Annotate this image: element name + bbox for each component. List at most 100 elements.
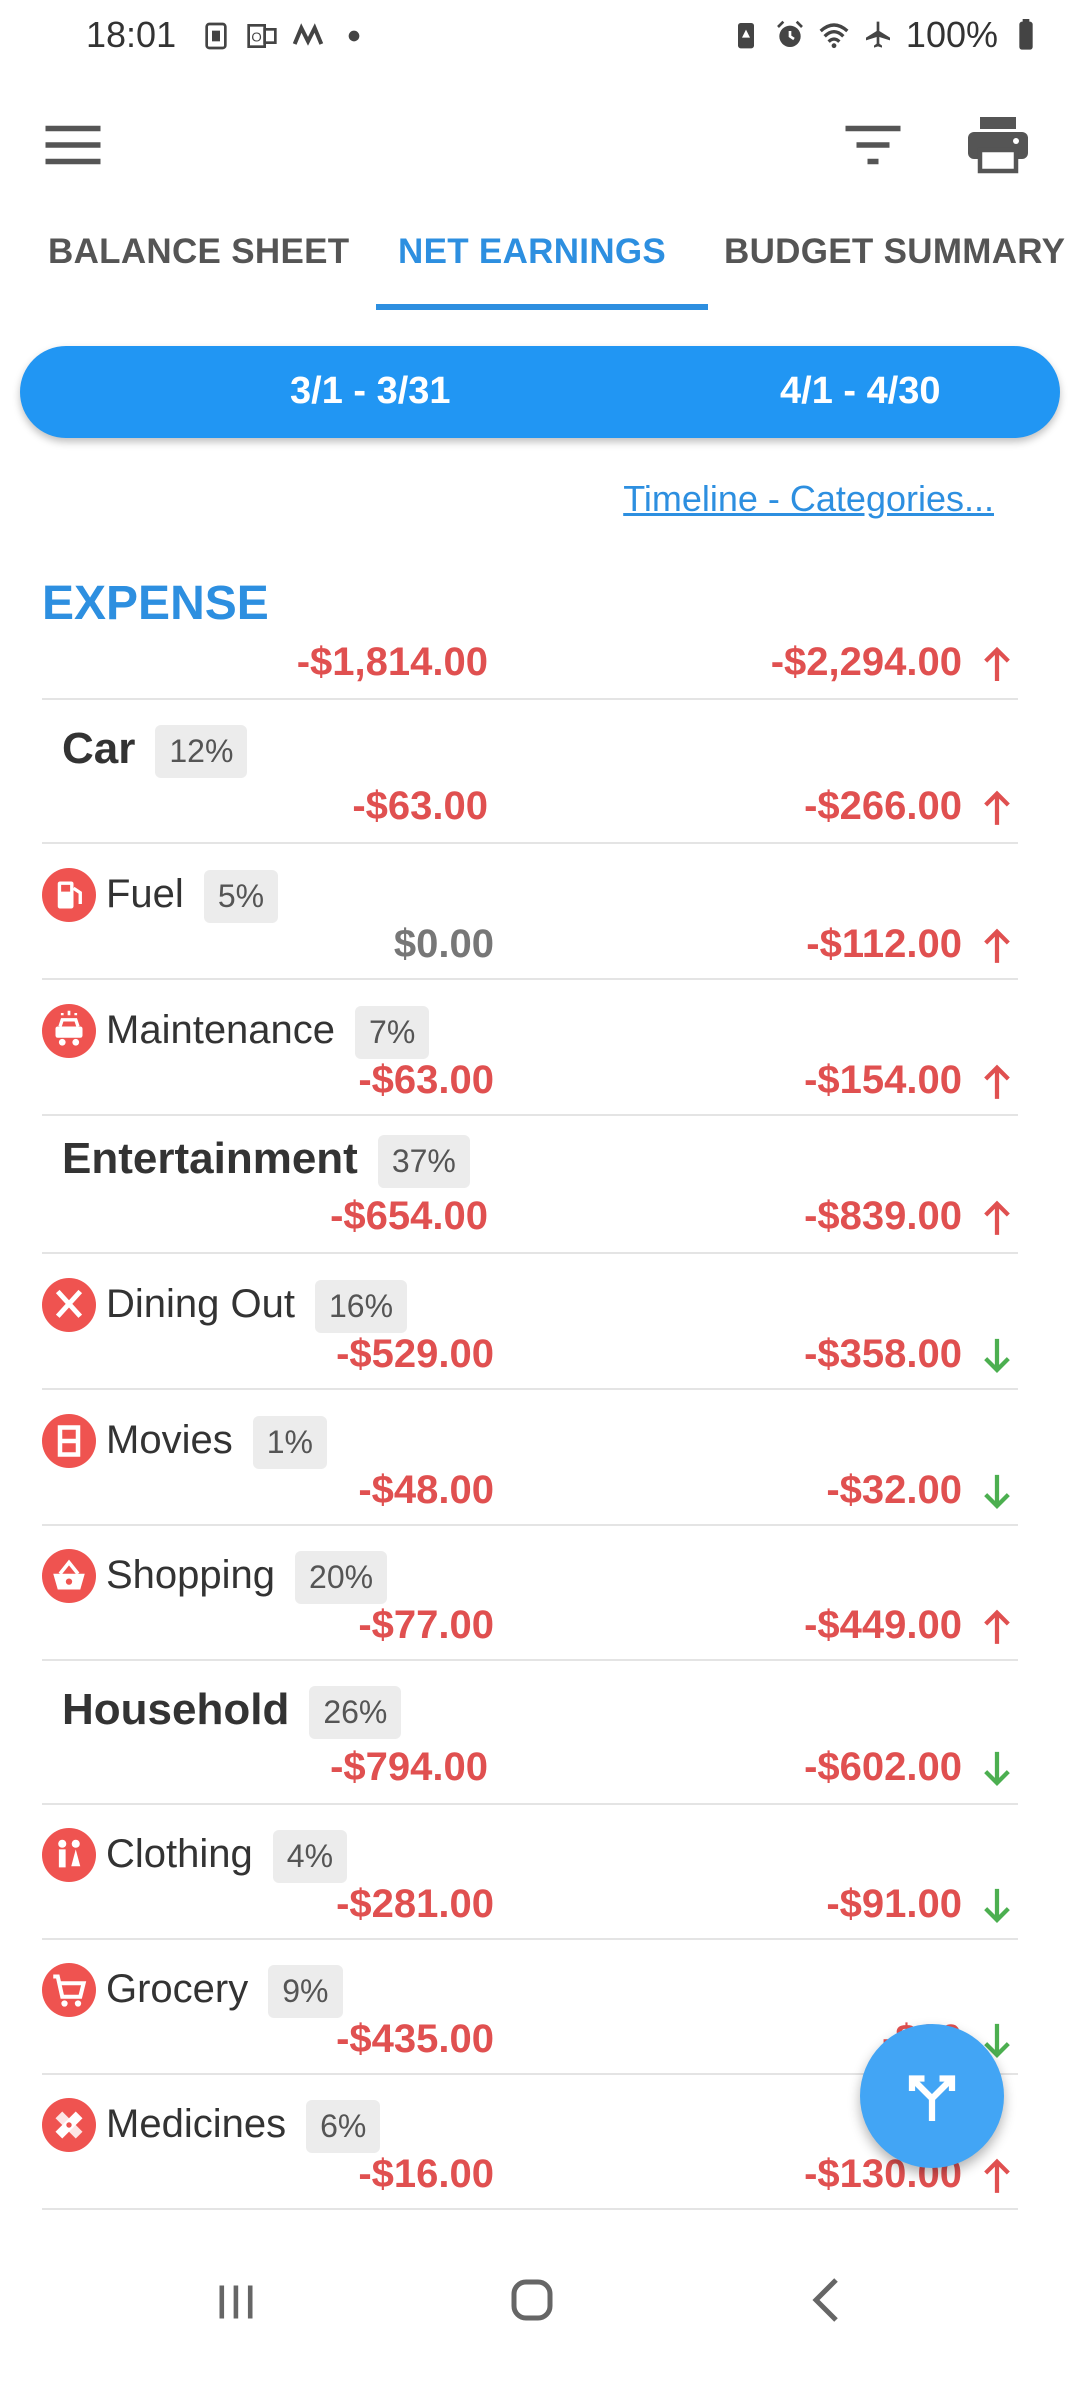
shopping-basket-icon [42, 1549, 96, 1603]
category-name: Fuel 5% [106, 870, 279, 923]
section-total-period-1: -$1,814.00 [296, 640, 488, 684]
trend-down-icon [980, 1336, 1014, 1376]
category-group-row[interactable]: Entertainment 37% -$654.00 -$839.00 [42, 1112, 1018, 1254]
trend-down-icon [980, 1749, 1014, 1789]
home-icon[interactable] [508, 2276, 556, 2324]
category-name: Maintenance 7% [106, 1006, 430, 1059]
category-row[interactable]: Dining Out 16% -$529.00 -$358.00 [42, 1256, 1018, 1390]
period-1-label[interactable]: 3/1 - 3/31 [290, 370, 451, 413]
percentage-badge: 37% [377, 1134, 470, 1188]
trend-up-icon [984, 646, 1010, 681]
fork-knife-icon [42, 1278, 96, 1332]
percentage-badge: 20% [295, 1551, 388, 1604]
period-header[interactable]: 3/1 - 3/31 4/1 - 4/30 [20, 346, 1060, 438]
amount-period-2: -$112.00 [806, 922, 962, 966]
percentage-badge: 16% [314, 1280, 408, 1333]
section-total-period-2: -$2,294.00 [770, 640, 962, 684]
category-label: Medicines [106, 2102, 287, 2147]
category-group-row[interactable]: Car 12% -$63.00 -$266.00 [42, 702, 1018, 844]
percentage-badge: 5% [203, 870, 279, 923]
people-icon [42, 1828, 96, 1882]
car-repair-icon [42, 1004, 96, 1058]
recent-apps-icon[interactable] [214, 2280, 258, 2324]
category-name: Household 26% [62, 1685, 402, 1739]
trend-up-icon [980, 1062, 1014, 1102]
category-label: Entertainment [62, 1134, 358, 1183]
amount-period-1: -$63.00 [352, 784, 488, 828]
outlook-icon: O [247, 24, 277, 48]
category-label: Maintenance [106, 1008, 336, 1053]
percentage-badge: 4% [272, 1830, 348, 1883]
section-title-expense: EXPENSE [42, 577, 269, 630]
category-name: Dining Out 16% [106, 1280, 408, 1333]
tab-balance-sheet[interactable]: BALANCE SHEET [48, 232, 349, 272]
category-name: Shopping 20% [106, 1551, 388, 1604]
category-row[interactable]: Clothing 4% -$281.00 -$91.00 [42, 1806, 1018, 1940]
battery-saver-icon [737, 23, 754, 49]
category-label: Clothing [106, 1832, 253, 1877]
percentage-badge: 26% [309, 1685, 402, 1739]
amount-period-1: -$63.00 [358, 1058, 494, 1102]
amount-period-1: -$529.00 [336, 1332, 494, 1376]
category-row[interactable]: Movies 1% -$48.00 -$32.00 [42, 1392, 1018, 1526]
wifi-icon [819, 23, 849, 49]
sim-icon [205, 22, 227, 50]
amount-period-1: -$435.00 [336, 2017, 494, 2061]
amount-period-1: -$654.00 [330, 1194, 488, 1238]
amount-period-1: -$16.00 [358, 2152, 494, 2196]
fork-action-button[interactable] [860, 2024, 1004, 2168]
category-name: Entertainment 37% [62, 1134, 470, 1188]
category-label: Movies [106, 1418, 233, 1463]
amount-period-2: -$602.00 [804, 1745, 962, 1789]
trend-up-icon [980, 1607, 1014, 1647]
amount-period-1: -$794.00 [330, 1745, 488, 1789]
printer-icon[interactable] [962, 108, 1034, 180]
category-label: Household [62, 1685, 290, 1734]
battery-percent: 100% [905, 14, 998, 55]
tab-budget-summary[interactable]: BUDGET SUMMARY [724, 232, 1065, 272]
timeline-categories-link[interactable]: Timeline - Categories... [623, 478, 994, 520]
trend-up-icon [980, 1198, 1014, 1238]
status-bar: 18:01 O 100% [0, 0, 1080, 72]
active-tab-indicator [376, 304, 708, 310]
amount-period-2: -$449.00 [804, 1603, 962, 1647]
amount-period-2: -$839.00 [804, 1194, 962, 1238]
category-name: Clothing 4% [106, 1830, 348, 1883]
film-icon [42, 1414, 96, 1468]
category-name: Movies 1% [106, 1416, 327, 1469]
amount-period-2: -$91.00 [826, 1882, 962, 1926]
amount-period-2: -$358.00 [804, 1332, 962, 1376]
bandage-icon [42, 2098, 96, 2152]
svg-text:O: O [251, 29, 261, 44]
category-group-row[interactable]: Household 26% -$794.00 -$602.00 [42, 1663, 1018, 1805]
filter-icon[interactable] [840, 112, 906, 178]
category-name: Grocery 9% [106, 1965, 343, 2018]
trend-down-icon [980, 1472, 1014, 1512]
m-icon [292, 23, 324, 46]
category-name: Medicines 6% [106, 2100, 381, 2153]
fuel-pump-icon [42, 868, 96, 922]
alarm-icon [776, 20, 803, 47]
trend-up-icon [980, 2156, 1014, 2196]
amount-period-1: -$48.00 [358, 1468, 494, 1512]
amount-period-1: -$281.00 [336, 1882, 494, 1926]
amount-period-2: -$154.00 [804, 1058, 962, 1102]
status-time: 18:01 [86, 14, 177, 55]
category-row[interactable]: Maintenance 7% -$63.00 -$154.00 [42, 982, 1018, 1116]
tab-net-earnings[interactable]: NET EARNINGS [398, 232, 666, 272]
battery-icon [1019, 19, 1033, 50]
category-row[interactable]: Fuel 5% $0.00 -$112.00 [42, 846, 1018, 980]
airplane-icon [865, 21, 890, 48]
category-row[interactable]: Shopping 20% -$77.00 -$449.00 [42, 1527, 1018, 1661]
trend-down-icon [980, 1886, 1014, 1926]
hamburger-menu-icon[interactable] [40, 112, 106, 178]
fork-arrow-icon [908, 2075, 956, 2121]
percentage-badge: 12% [155, 724, 248, 778]
percentage-badge: 9% [268, 1965, 343, 2018]
cart-icon [42, 1963, 96, 2017]
system-nav-bar [0, 2240, 1080, 2400]
period-2-label[interactable]: 4/1 - 4/30 [780, 370, 941, 413]
category-label: Grocery [106, 1967, 249, 2012]
back-icon[interactable] [806, 2276, 846, 2324]
trend-up-icon [980, 788, 1014, 828]
